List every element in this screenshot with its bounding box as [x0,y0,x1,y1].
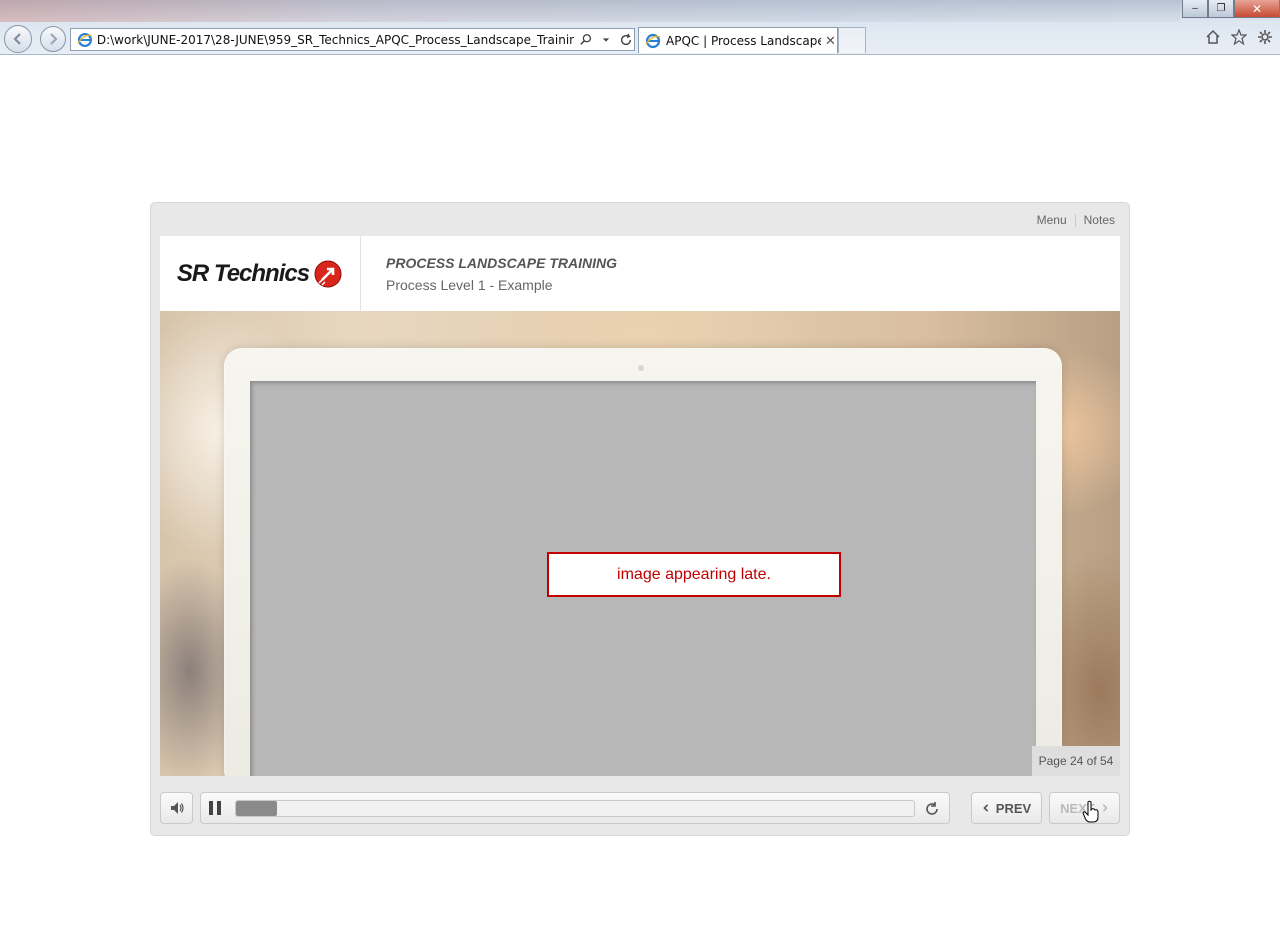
player-top-links: Menu Notes [1037,213,1115,227]
home-icon[interactable] [1204,28,1222,46]
ie-icon [77,32,93,47]
replay-icon[interactable] [923,800,941,818]
back-icon [13,33,21,45]
forward-icon [50,33,58,45]
chevron-left-icon [983,804,988,812]
page-counter: Page 24 of 54 [1032,746,1120,776]
refresh-icon[interactable] [618,32,634,48]
window-controls: ‒ ❐ ✕ [1182,0,1280,18]
restore-button[interactable]: ❐ [1208,0,1234,18]
tab-close-icon[interactable]: ✕ [825,33,836,49]
star-icon[interactable] [1230,28,1248,46]
new-tab-button[interactable] [838,27,866,53]
course-player: Menu Notes SR Technics PROCESS LANDSCAPE… [150,202,1130,836]
course-subtitle: Process Level 1 - Example [386,277,553,293]
tab-course[interactable]: APQC | Process Landscape ... ✕ [638,27,838,53]
minimize-button[interactable]: ‒ [1182,0,1208,18]
progress-track[interactable] [235,800,915,817]
pause-icon [209,801,213,815]
logo: SR Technics [160,236,361,311]
back-button[interactable] [4,25,32,53]
menu-bar-blurred [0,0,1180,22]
tab-title: APQC | Process Landscape ... [666,33,821,48]
logo-text: SR Technics [176,259,310,287]
media-timeline [200,792,950,824]
laptop-camera [638,365,644,371]
prev-label: PREV [995,800,1032,816]
ie-icon [645,33,661,48]
course-title: PROCESS LANDSCAPE TRAINING [386,255,618,271]
close-window-button[interactable]: ✕ [1234,0,1280,18]
notes-link[interactable]: Notes [1084,213,1115,227]
forward-button[interactable] [40,26,66,52]
slide-stage: image appearing late. Page 24 of 54 [160,311,1120,776]
divider [1074,213,1076,227]
chevron-right-icon [1102,804,1108,812]
prev-button[interactable]: PREV [971,792,1042,824]
dropdown-icon[interactable] [598,32,614,48]
address-url[interactable]: D:\work\JUNE-2017\28-JUNE\959_SR_Technic… [97,33,575,47]
menu-link[interactable]: Menu [1037,213,1067,227]
sr-technics-logo-icon [314,260,342,287]
progress-fill [236,801,277,816]
volume-button[interactable] [160,792,193,824]
gear-icon[interactable] [1256,28,1274,46]
course-header: SR Technics PROCESS LANDSCAPE TRAINING P… [160,236,1120,312]
volume-icon [170,802,184,814]
address-bar[interactable]: D:\work\JUNE-2017\28-JUNE\959_SR_Technic… [70,28,635,51]
search-icon[interactable] [578,32,594,48]
pause-icon [217,801,221,815]
browser-tools [1204,28,1274,46]
laptop-screen: image appearing late. [250,381,1036,776]
annotation-box: image appearing late. [547,552,841,597]
hand-cursor-icon [1082,800,1099,823]
browser-chrome: D:\work\JUNE-2017\28-JUNE\959_SR_Technic… [0,0,1280,55]
pause-button[interactable] [209,801,223,815]
